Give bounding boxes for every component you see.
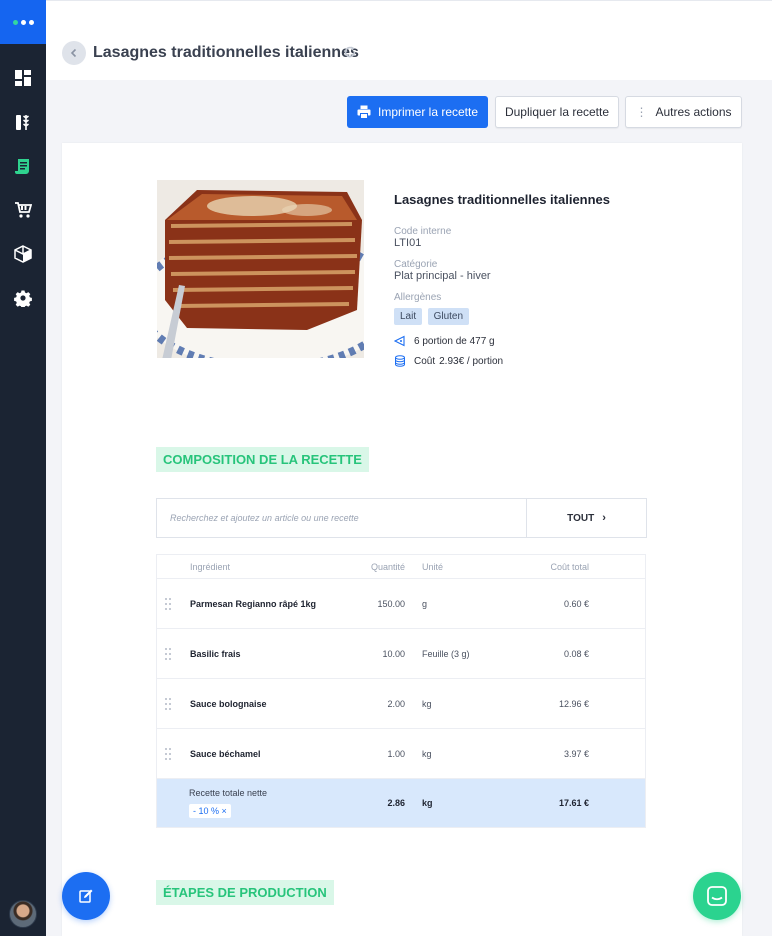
- coins-icon: [395, 355, 405, 367]
- ingredient-cost: 12.96 €: [558, 698, 589, 709]
- col-cost: Coût total: [550, 561, 589, 572]
- ingredients-icon: [16, 115, 29, 130]
- total-label: Recette totale nette: [189, 788, 268, 798]
- drag-handle-icon[interactable]: [165, 648, 171, 660]
- sidebar: [0, 0, 46, 936]
- code-value: LTI01: [394, 237, 422, 249]
- ingredient-quantity: 1.00: [387, 748, 405, 759]
- gear-icon: [14, 290, 32, 307]
- app-menu-button[interactable]: [0, 0, 46, 44]
- chevron-right-icon: ›: [602, 512, 606, 524]
- sidebar-item-settings[interactable]: [0, 276, 46, 320]
- allergens-label: Allergènes: [394, 292, 442, 303]
- duplicate-recipe-label: Dupliquer la recette: [504, 105, 610, 119]
- refresh-icon[interactable]: [343, 45, 357, 59]
- menu-dot: [12, 19, 18, 25]
- search-input[interactable]: [157, 499, 526, 537]
- col-quantity: Quantité: [370, 561, 405, 572]
- table-row[interactable]: Sauce bolognaise 2.00 kg 12.96 €: [157, 679, 645, 729]
- table-row[interactable]: Sauce béchamel 1.00 kg 3.97 €: [157, 729, 645, 779]
- filter-all-label: TOUT: [567, 512, 595, 524]
- category-label: Catégorie: [394, 259, 438, 270]
- kebab-icon: ⋮: [635, 105, 647, 119]
- discount-badge[interactable]: - 10 % ×: [189, 804, 231, 818]
- composition-table: Ingrédient Quantité Unité Coût total Par…: [156, 554, 646, 828]
- ingredient-unit: Feuille (3 g): [422, 648, 470, 659]
- edit-fab-button[interactable]: [62, 872, 110, 920]
- cart-icon: [15, 202, 32, 218]
- ingredient-cost: 3.97 €: [563, 748, 589, 759]
- total-row: Recette totale nette - 10 % × 2.86 kg 17…: [157, 779, 645, 827]
- recipes-icon: [15, 159, 29, 174]
- ingredient-name: Sauce bolognaise: [190, 698, 267, 709]
- drag-handle-icon[interactable]: [165, 748, 171, 760]
- total-quantity: 2.86: [387, 798, 405, 808]
- cost-row: Coût 2.93€ / portion: [394, 355, 610, 367]
- composition-title: COMPOSITION DE LA RECETTE: [156, 447, 369, 472]
- cost-value: 2.93€ / portion: [439, 355, 504, 367]
- ingredient-name: Sauce béchamel: [190, 748, 261, 759]
- sidebar-item-dashboard[interactable]: [0, 56, 46, 100]
- filter-all-button[interactable]: TOUT ›: [526, 499, 646, 537]
- more-actions-button[interactable]: ⋮ Autres actions: [625, 96, 742, 128]
- ingredient-unit: g: [422, 598, 428, 609]
- col-unit: Unité: [422, 561, 444, 572]
- allergen-badge: Lait: [394, 308, 423, 325]
- total-unit: kg: [422, 798, 433, 808]
- allergen-list: Lait Gluten: [394, 306, 610, 325]
- ingredient-unit: kg: [422, 748, 432, 759]
- ingredient-quantity: 150.00: [377, 598, 405, 609]
- recipe-name: Lasagnes traditionnelles italiennes: [394, 192, 611, 207]
- print-recipe-button[interactable]: Imprimer la recette: [347, 96, 488, 128]
- sidebar-item-ingredients[interactable]: [0, 100, 46, 144]
- ingredient-unit: kg: [422, 698, 432, 709]
- menu-dot: [28, 19, 34, 25]
- total-cost: 17.61 €: [558, 798, 589, 808]
- user-avatar[interactable]: [9, 900, 37, 928]
- lasagna-image: [157, 180, 364, 358]
- ingredient-name: Basilic frais: [190, 648, 241, 659]
- table-row[interactable]: Basilic frais 10.00 Feuille (3 g) 0.08 €: [157, 629, 645, 679]
- category-value: Plat principal - hiver: [394, 270, 491, 282]
- printer-icon: [357, 105, 371, 119]
- sidebar-item-recipes[interactable]: [0, 144, 46, 188]
- recipe-photo: [157, 180, 364, 358]
- col-ingredient: Ingrédient: [190, 561, 231, 572]
- edit-icon: [79, 889, 93, 903]
- more-actions-label: Autres actions: [655, 105, 732, 119]
- ingredient-cost: 0.60 €: [563, 598, 589, 609]
- portion-icon: [394, 335, 405, 347]
- article-search: TOUT ›: [156, 498, 647, 538]
- duplicate-recipe-button[interactable]: Dupliquer la recette: [495, 96, 619, 128]
- table-header: Ingrédient Quantité Unité Coût total: [157, 555, 645, 579]
- ingredient-cost: 0.08 €: [563, 648, 589, 659]
- dashboard-icon: [15, 70, 31, 86]
- box-icon: [14, 245, 32, 263]
- drag-handle-icon[interactable]: [165, 598, 171, 610]
- portions-text: 6 portion de 477 g: [414, 335, 495, 347]
- code-label: Code interne: [394, 226, 452, 237]
- chat-button[interactable]: [693, 872, 741, 920]
- cost-label: Coût: [414, 355, 436, 367]
- ingredient-quantity: 10.00: [382, 648, 405, 659]
- sidebar-item-stock[interactable]: [0, 232, 46, 276]
- ingredient-name: Parmesan Regianno râpé 1kg: [190, 598, 317, 609]
- chat-icon: [707, 886, 727, 906]
- back-button[interactable]: [62, 41, 86, 65]
- recipe-info: Lasagnes traditionnelles italiennes Code…: [394, 192, 610, 367]
- sidebar-item-orders[interactable]: [0, 188, 46, 232]
- print-recipe-label: Imprimer la recette: [377, 105, 479, 119]
- ingredient-quantity: 2.00: [387, 698, 405, 709]
- production-title: ÉTAPES DE PRODUCTION: [156, 880, 334, 905]
- portions-row: 6 portion de 477 g: [394, 335, 610, 347]
- table-row[interactable]: Parmesan Regianno râpé 1kg 150.00 g 0.60…: [157, 579, 645, 629]
- page-header: Lasagnes traditionnelles italiennes: [46, 0, 772, 80]
- drag-handle-icon[interactable]: [165, 698, 171, 710]
- page-title: Lasagnes traditionnelles italiennes: [93, 44, 359, 61]
- allergen-badge: Gluten: [427, 308, 470, 325]
- menu-dot: [20, 19, 26, 25]
- chevron-left-icon: [70, 48, 77, 58]
